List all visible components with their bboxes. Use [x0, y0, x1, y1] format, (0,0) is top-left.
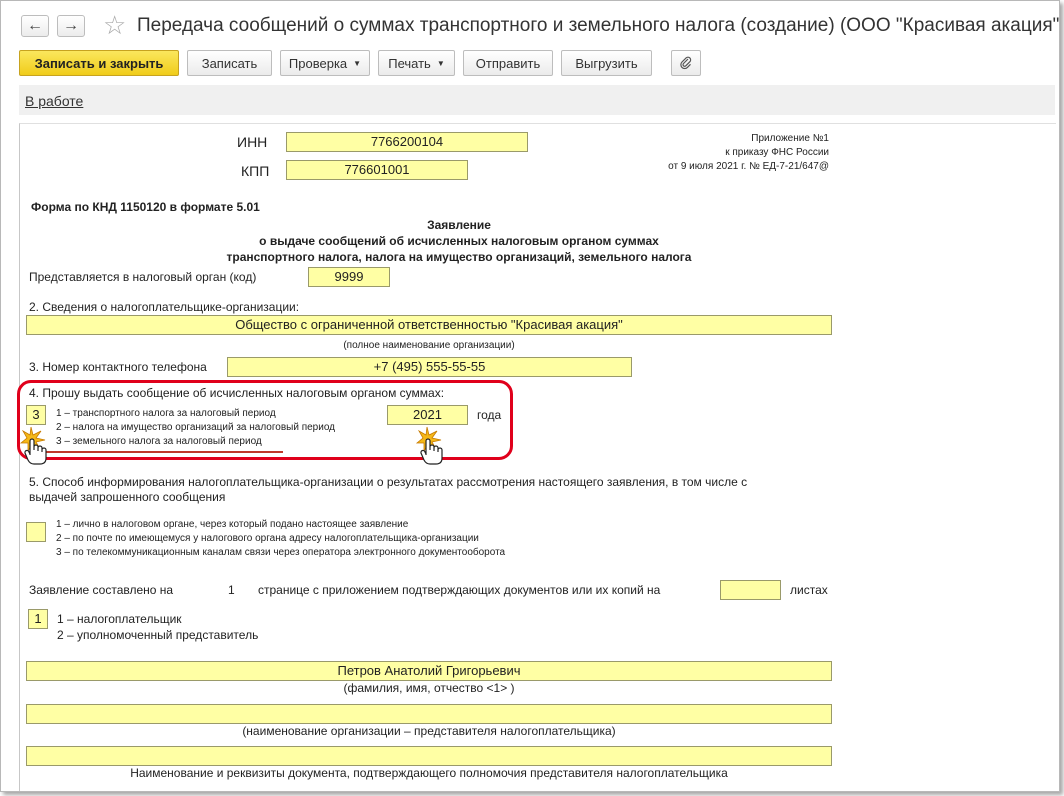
section-5-label-1: 5. Способ информирования налогоплательщи…: [29, 475, 748, 489]
rep-doc-field[interactable]: [26, 746, 832, 766]
export-button[interactable]: Выгрузить: [561, 50, 652, 76]
org-name-field[interactable]: Общество с ограниченной ответственностью…: [26, 315, 832, 335]
section-5-label-2: выдачей запрошенного сообщения: [29, 490, 226, 504]
rep-org-field[interactable]: [26, 704, 832, 724]
app-window: ← → ☆ Передача сообщений о суммах трансп…: [0, 0, 1060, 792]
section-3-label: 3. Номер контактного телефона: [29, 360, 207, 374]
signer-option-2: 2 – уполномоченный представитель: [57, 628, 259, 642]
sheets-label: листах: [790, 583, 828, 597]
caret-down-icon: ▼: [353, 58, 362, 68]
inform-option-1: 1 – лично в налоговом органе, через кото…: [56, 519, 409, 530]
inform-method-field[interactable]: [26, 522, 46, 542]
form-title-3: транспортного налога, налога на имуществ…: [226, 250, 692, 264]
inn-field[interactable]: 7766200104: [286, 132, 528, 152]
send-button[interactable]: Отправить: [463, 50, 553, 76]
paperclip-icon: [680, 56, 692, 70]
window-title: Передача сообщений о суммах транспортног…: [137, 15, 1060, 36]
pages-value[interactable]: 1: [228, 583, 235, 597]
rep-doc-caption: Наименование и реквизиты документа, подт…: [130, 766, 728, 780]
kpp-label: КПП: [241, 163, 270, 179]
fio-field[interactable]: Петров Анатолий Григорьевич: [26, 661, 832, 681]
save-button[interactable]: Записать: [187, 50, 272, 76]
check-dropdown-button[interactable]: Проверка ▼: [280, 50, 370, 76]
inn-label: ИНН: [237, 134, 268, 150]
signer-code-field[interactable]: 1: [28, 609, 48, 629]
forward-arrow-icon[interactable]: →: [57, 15, 85, 37]
hand-cursor-icon: [19, 426, 47, 465]
sheets-field[interactable]: [720, 580, 781, 600]
tax-org-code-field[interactable]: 9999: [308, 267, 390, 287]
fio-caption: (фамилия, имя, отчество <1> ): [343, 681, 515, 695]
check-label: Проверка: [288, 55, 348, 71]
phone-field[interactable]: +7 (495) 555-55-55: [227, 357, 632, 377]
appendix-line-1: Приложение №1: [751, 133, 829, 144]
back-arrow-icon[interactable]: ←: [21, 15, 49, 37]
form-title-2: о выдаче сообщений об исчисленных налого…: [259, 234, 659, 248]
hand-cursor-icon: [415, 426, 443, 465]
save-and-close-button[interactable]: Записать и закрыть: [19, 50, 179, 76]
tax-org-label: Представляется в налоговый орган (код): [29, 270, 257, 284]
form-knd: Форма по КНД 1150120 в формате 5.01: [31, 200, 260, 214]
print-dropdown-button[interactable]: Печать ▼: [378, 50, 455, 76]
appendix-line-2: к приказу ФНС России: [725, 147, 829, 158]
status-link-in-progress[interactable]: В работе: [25, 93, 83, 109]
caret-down-icon: ▼: [436, 58, 445, 68]
inform-option-2: 2 – по почте по имеющемуся у налогового …: [56, 533, 479, 544]
inform-option-3: 3 – по телекоммуникационным каналам связ…: [56, 547, 506, 558]
section-2-label: 2. Сведения о налогоплательщике-организа…: [29, 300, 300, 314]
rep-org-caption: (наименование организации – представител…: [242, 724, 616, 738]
print-label: Печать: [388, 55, 431, 71]
form-title-1: Заявление: [427, 218, 491, 232]
pages-text: странице с приложением подтверждающих до…: [258, 583, 661, 597]
kpp-field[interactable]: 776601001: [286, 160, 468, 180]
favorite-star-icon[interactable]: ☆: [103, 12, 126, 38]
attach-button[interactable]: [671, 50, 701, 76]
signer-option-1: 1 – налогоплательщик: [57, 612, 182, 626]
pages-label: Заявление составлено на: [29, 583, 174, 597]
appendix-line-3: от 9 июля 2021 г. № ЕД-7-21/647@: [668, 161, 829, 172]
status-bar: В работе: [19, 85, 1055, 115]
org-name-caption: (полное наименование организации): [343, 340, 515, 351]
